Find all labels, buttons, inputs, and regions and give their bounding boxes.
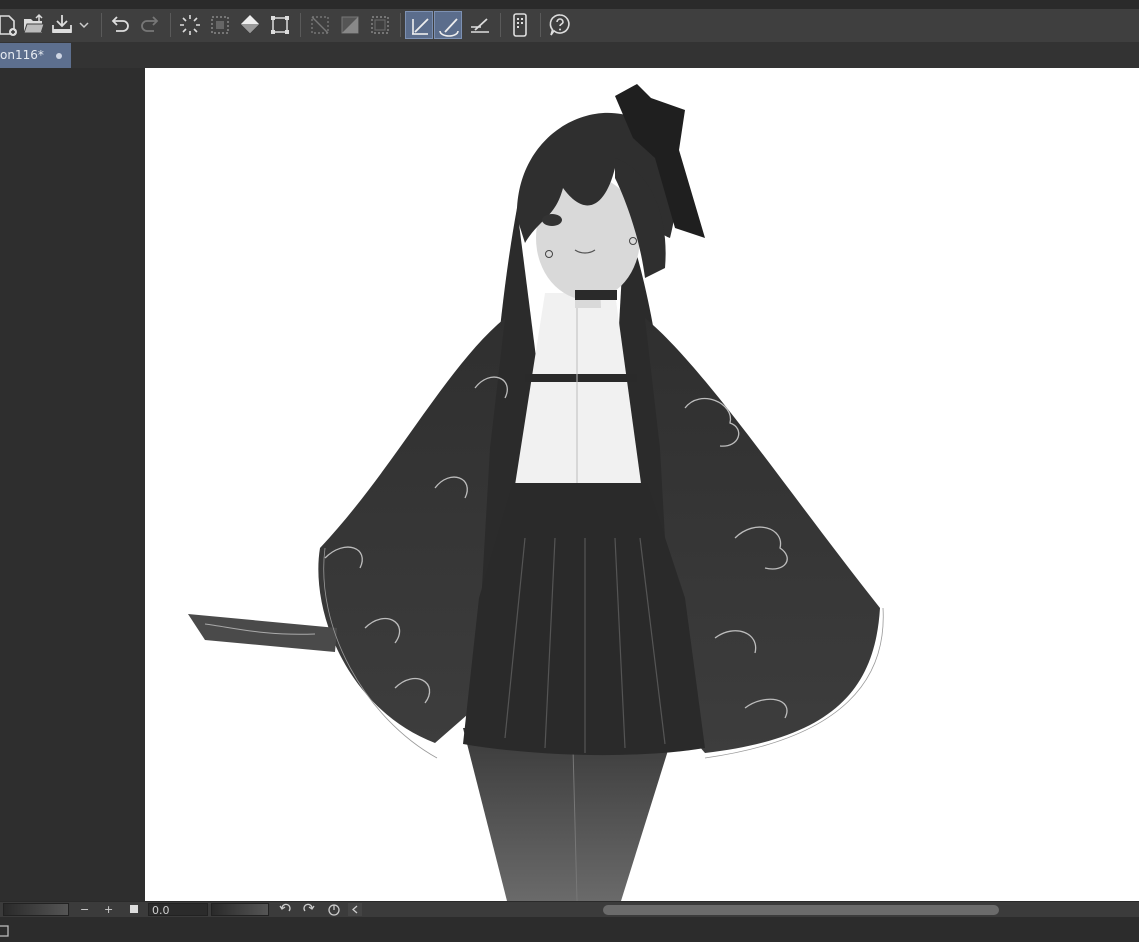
fill-button[interactable] xyxy=(236,11,264,39)
toolbar-separator xyxy=(170,13,171,37)
deselect-button[interactable] xyxy=(176,11,204,39)
document-tab[interactable]: on116* xyxy=(0,43,71,68)
toolbar-separator xyxy=(540,13,541,37)
new-file-button[interactable] xyxy=(0,11,22,39)
zoom-in-button[interactable]: + xyxy=(104,903,114,916)
invert-selection-button[interactable] xyxy=(336,11,364,39)
document-tab-label: on116* xyxy=(0,48,44,62)
toolbar-separator xyxy=(500,13,501,37)
clear-selection-icon xyxy=(311,16,329,34)
invert-selection-icon xyxy=(341,16,359,34)
fit-view-icon[interactable] xyxy=(130,905,138,913)
menu-bar-strip xyxy=(0,0,1139,9)
zoom-out-button[interactable]: − xyxy=(80,903,90,916)
bottom-panel-bar xyxy=(0,917,1139,942)
canvas-background-area xyxy=(0,68,145,901)
toolbar-separator xyxy=(300,13,301,37)
rotation-slider[interactable] xyxy=(211,903,269,916)
redo-icon xyxy=(141,16,159,32)
rotate-right-icon[interactable] xyxy=(302,903,316,916)
zoom-slider[interactable] xyxy=(3,903,69,916)
select-all-button[interactable] xyxy=(206,11,234,39)
undo-button[interactable] xyxy=(106,11,134,39)
selection-dotted-icon xyxy=(211,16,229,34)
tab-close-dot-icon[interactable] xyxy=(56,53,62,59)
angle-field[interactable]: 0.0 xyxy=(148,903,208,917)
snap-to-ruler-button[interactable] xyxy=(405,11,433,39)
ruler-snap-icon xyxy=(412,18,429,35)
chevron-down-icon xyxy=(79,22,89,29)
selection-burst-icon xyxy=(180,15,200,35)
save-options-button[interactable] xyxy=(76,11,92,39)
special-ruler-snap-icon xyxy=(439,18,459,37)
open-file-button[interactable] xyxy=(20,11,48,39)
artwork-illustration xyxy=(188,84,884,901)
document-tab-bar: on116* xyxy=(0,42,1139,68)
companion-mode-button[interactable] xyxy=(506,11,534,39)
new-file-icon xyxy=(0,15,17,36)
snap-to-special-ruler-button[interactable] xyxy=(434,11,462,39)
toolbar-separator xyxy=(400,13,401,37)
folder-open-icon xyxy=(23,13,45,34)
horizontal-scrollbar-thumb[interactable] xyxy=(603,905,999,915)
command-bar xyxy=(0,0,1139,42)
transform-icon xyxy=(271,16,289,34)
help-button[interactable] xyxy=(546,11,574,39)
transform-button[interactable] xyxy=(266,11,294,39)
toolbar-separator xyxy=(101,13,102,37)
save-button[interactable] xyxy=(48,11,76,39)
smartphone-icon xyxy=(513,13,527,37)
snap-to-grid-button[interactable] xyxy=(466,11,494,39)
save-icon xyxy=(52,15,72,33)
selection-border-button[interactable] xyxy=(366,11,394,39)
panel-menu-icon[interactable] xyxy=(0,924,14,938)
rotate-left-icon[interactable] xyxy=(278,903,292,916)
help-icon xyxy=(549,14,570,36)
redo-button[interactable] xyxy=(136,11,164,39)
grid-snap-icon xyxy=(471,18,489,33)
selection-border-icon xyxy=(371,16,389,34)
undo-icon xyxy=(111,16,129,32)
collapse-chevron-left-icon[interactable] xyxy=(348,903,362,916)
hide-selection-button[interactable] xyxy=(306,11,334,39)
status-bar: − + 0.0 xyxy=(0,901,1139,917)
drawing-canvas[interactable] xyxy=(145,68,1139,901)
paint-bucket-icon xyxy=(241,15,259,33)
reset-rotation-icon[interactable] xyxy=(327,903,341,916)
